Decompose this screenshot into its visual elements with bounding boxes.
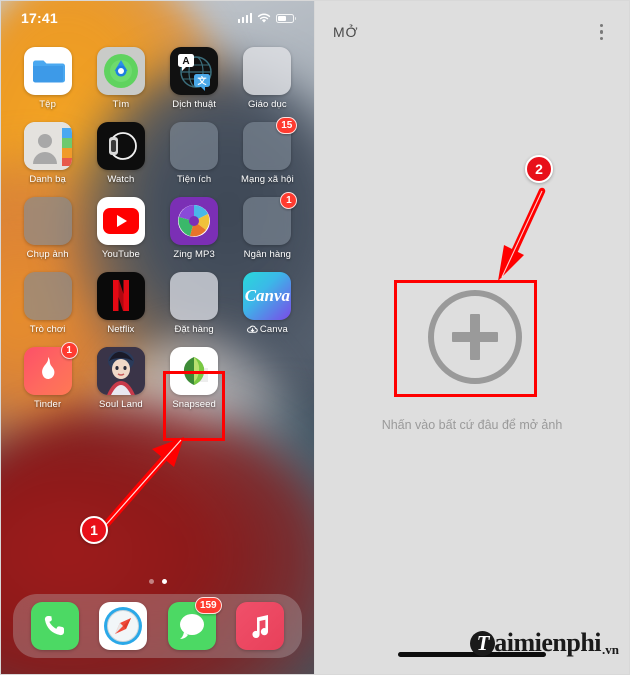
app-icon-tinder[interactable]: 1 Tinder (11, 342, 84, 410)
canva-icon[interactable]: Canva (243, 272, 292, 320)
app-label-canva: Canva (246, 324, 288, 335)
badge-count: 1 (280, 192, 298, 209)
page-indicator-dots[interactable] (1, 579, 314, 584)
open-image-caption: Nhấn vào bất cứ đâu để mở ảnh (381, 418, 563, 432)
wifi-icon (257, 12, 271, 23)
app-label: Trò chơi (29, 324, 66, 335)
app-icon-canva[interactable]: Canva Canva (231, 272, 304, 335)
folder-icon-tien-ich[interactable]: Tiện ích (158, 122, 231, 185)
watermark-initial: T (470, 630, 496, 656)
soulland-icon[interactable] (96, 347, 145, 395)
findmy-icon[interactable] (96, 47, 145, 95)
folder-icon-chup-anh[interactable]: Chụp ảnh (11, 197, 84, 260)
contacts-icon[interactable] (23, 122, 72, 170)
app-icon-watch[interactable]: Watch (84, 122, 157, 185)
app-label: Chụp ảnh (26, 249, 69, 260)
header-title: MỞ (333, 24, 359, 40)
folder-icon-giao-duc[interactable]: Giáo dục (231, 47, 304, 110)
app-icon-netflix[interactable]: Netflix (84, 272, 157, 335)
snapseed-open-screen: MỞ Nhấn vào bất cứ đâu để mở ảnh 2 T aim… (315, 0, 630, 675)
app-grid: Tệp Tìm A 文 Dịch thuật Giáo dục Danh bạ … (1, 47, 314, 410)
netflix-icon[interactable] (96, 272, 145, 320)
dock-app-music[interactable] (235, 602, 284, 650)
folder-icon-tro-choi[interactable]: Trò chơi (11, 272, 84, 335)
app-label: Danh bạ (29, 174, 66, 185)
snapseed-body[interactable]: Nhấn vào bất cứ đâu để mở ảnh (315, 63, 629, 674)
badge-count: 1 (60, 342, 78, 359)
app-label: Mạng xã hội (240, 174, 294, 185)
signal-bars-icon (237, 13, 252, 23)
app-label: Đặt hàng (174, 324, 214, 335)
dock: 159 (13, 594, 302, 658)
app-icon-youtube[interactable]: YouTube (84, 197, 157, 260)
app-icon-zing-mp3[interactable]: Zing MP3 (158, 197, 231, 260)
app-label: Zing MP3 (173, 249, 215, 260)
app-icon-tep[interactable]: Tệp (11, 47, 84, 110)
app-label: Ngân hàng (243, 249, 292, 260)
app-icon-soul-land[interactable]: Soul Land (84, 347, 157, 410)
badge-count: 15 (276, 117, 298, 134)
music-icon[interactable] (235, 602, 284, 650)
watermark-text: T aimienphi (470, 628, 602, 657)
phone-icon[interactable] (31, 602, 80, 650)
app-label: Giáo dục (247, 99, 287, 110)
zingmp3-icon[interactable] (170, 197, 219, 245)
app-label: Tiện ích (177, 174, 212, 185)
step-marker-2: 2 (525, 155, 553, 183)
svg-text:A: A (183, 56, 190, 67)
kebab-menu-icon[interactable] (592, 18, 612, 47)
dock-app-phone[interactable] (31, 602, 80, 650)
folder-icon[interactable] (23, 272, 72, 320)
battery-icon (276, 13, 296, 23)
watermark-suffix: .vn (602, 642, 619, 657)
step-marker-1: 1 (80, 516, 108, 544)
status-bar: 17:41 (1, 1, 314, 35)
svg-text:文: 文 (197, 75, 208, 86)
app-label: Tìm (112, 99, 130, 110)
watermark-logo: T aimienphi .vn (470, 628, 619, 657)
snapseed-header: MỞ (315, 1, 629, 63)
folder-icon[interactable] (170, 122, 219, 170)
watermark-main: aimienphi (494, 628, 602, 657)
app-label: Watch (107, 174, 135, 185)
snapseed-highlight-box (163, 371, 225, 441)
app-label: Soul Land (99, 399, 143, 410)
app-label: Tinder (34, 399, 62, 410)
safari-icon[interactable] (99, 602, 148, 650)
plus-highlight-box (394, 280, 537, 397)
files-icon[interactable] (23, 47, 72, 95)
youtube-icon[interactable] (96, 197, 145, 245)
dock-app-messages[interactable]: 159 (167, 597, 222, 650)
iphone-home-screen: 17:41 Tệp Tìm A 文 Dịch thuật Giáo dục Da… (0, 0, 315, 675)
comparison-screenshots: 17:41 Tệp Tìm A 文 Dịch thuật Giáo dục Da… (0, 0, 630, 675)
folder-icon-mang-xa-hoi[interactable]: 15 Mạng xã hội (231, 117, 304, 185)
app-label: Tệp (39, 99, 56, 110)
app-icon-dich-thuat[interactable]: A 文 Dịch thuật (158, 47, 231, 110)
folder-icon[interactable] (23, 197, 72, 245)
app-icon-danh-ba[interactable]: Danh bạ (11, 122, 84, 185)
cloud-download-icon (246, 325, 258, 333)
folder-icon-ngan-hang[interactable]: 1 Ngân hàng (231, 192, 304, 260)
folder-icon-dat-hang[interactable]: Đặt hàng (158, 272, 231, 335)
app-label: Netflix (107, 324, 135, 335)
badge-count: 159 (194, 597, 222, 614)
translate-icon[interactable]: A 文 (170, 47, 219, 95)
app-icon-tim[interactable]: Tìm (84, 47, 157, 110)
watch-icon[interactable] (96, 122, 145, 170)
app-label: YouTube (101, 249, 140, 260)
folder-icon[interactable] (243, 47, 292, 95)
folder-icon[interactable] (170, 272, 219, 320)
status-bar-clock: 17:41 (21, 10, 58, 26)
dock-app-safari[interactable] (99, 602, 148, 650)
app-label: Dịch thuật (172, 99, 217, 110)
